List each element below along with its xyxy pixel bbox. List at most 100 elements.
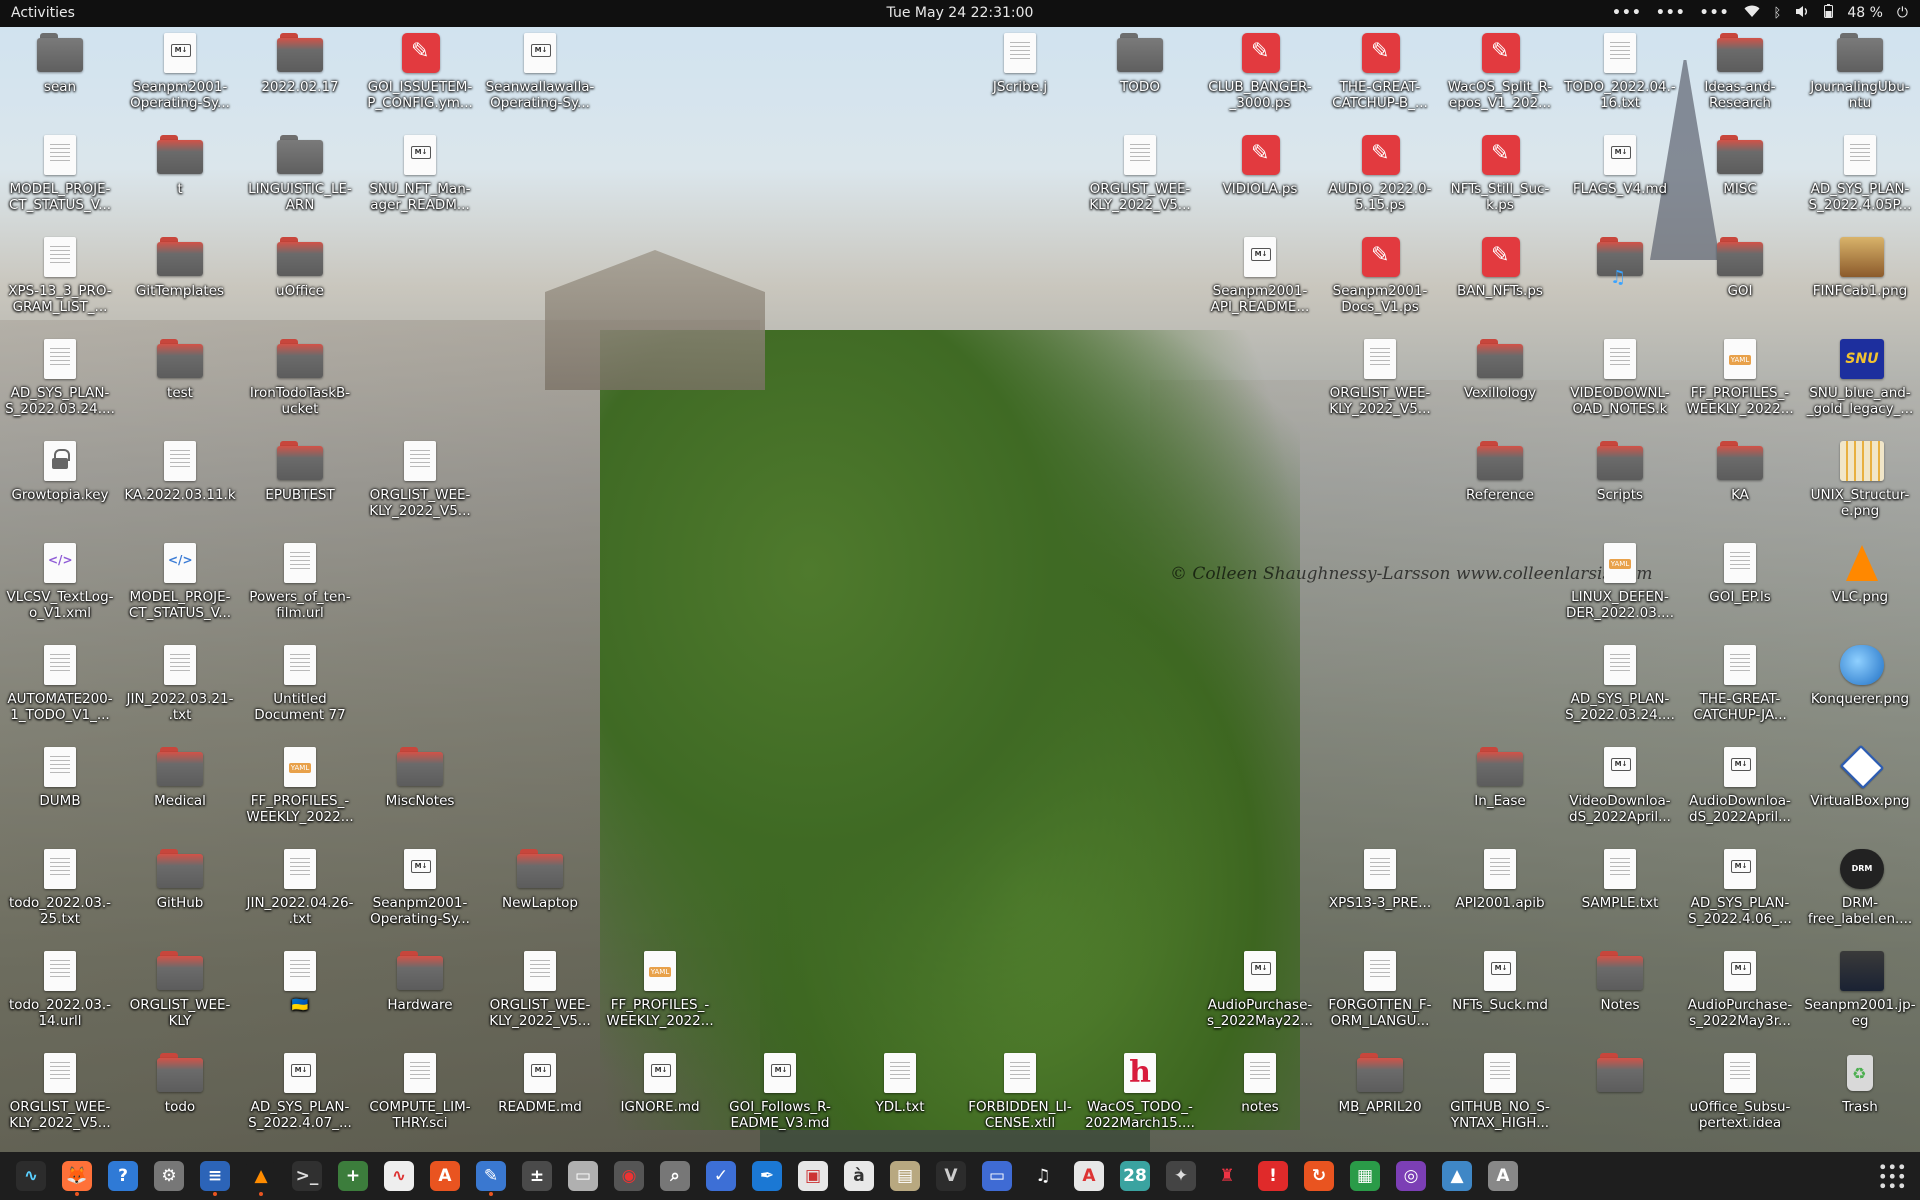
desktop-file[interactable]: notes	[1200, 1047, 1320, 1147]
desktop-file[interactable]: M↓ FLAGS_V4.md	[1560, 129, 1680, 229]
dock-item[interactable]: ✓	[698, 1156, 744, 1196]
bluetooth-icon[interactable]: ᛒ	[1774, 6, 1782, 21]
desktop-file[interactable]: JIN_2022.03.21- .txt	[120, 639, 240, 739]
volume-icon[interactable]	[1795, 5, 1810, 22]
power-menu-icon[interactable]: ⏻	[1897, 5, 1908, 21]
desktop-folder[interactable]: Notes	[1560, 945, 1680, 1045]
activities-button[interactable]: Activities	[11, 5, 75, 21]
desktop-file[interactable]: M↓ Seanpm2001- API_README...	[1200, 231, 1320, 331]
dock-item[interactable]: ♫	[1020, 1156, 1066, 1196]
show-applications-icon[interactable]	[1878, 1162, 1906, 1190]
dock-item[interactable]: +	[330, 1156, 376, 1196]
desktop-file[interactable]: M↓ AudioPurchase- s_2022May3r...	[1680, 945, 1800, 1045]
desktop-file[interactable]: Seanpm2001- Docs_V1.ps	[1320, 231, 1440, 331]
desktop-file[interactable]: YAML LINUX_DEFEN- DER_2022.03....	[1560, 537, 1680, 637]
dock-item[interactable]: ?	[100, 1156, 146, 1196]
desktop-file[interactable]: M↓ NFTs_Suck.md	[1440, 945, 1560, 1045]
desktop-file[interactable]: Seanpm2001.jp- eg	[1800, 945, 1920, 1045]
dock-item[interactable]: ✒	[744, 1156, 790, 1196]
desktop-folder[interactable]: TODO	[1080, 27, 1200, 127]
desktop-file[interactable]: M↓ AudioPurchase- s_2022May22...	[1200, 945, 1320, 1045]
desktop-file[interactable]: ORGLIST_WEE- KLY_2022_V5...	[0, 1047, 120, 1147]
overflow-menu-3-icon[interactable]: •••	[1700, 5, 1730, 21]
desktop-file[interactable]: ORGLIST_WEE- KLY_2022_V5...	[360, 435, 480, 535]
desktop-folder[interactable]: t	[120, 129, 240, 229]
desktop-folder[interactable]: GOI	[1680, 231, 1800, 331]
dock-item[interactable]: A	[1480, 1156, 1526, 1196]
desktop-folder[interactable]: Vexillology	[1440, 333, 1560, 433]
battery-percent[interactable]: 48 %	[1847, 5, 1883, 21]
overflow-menu-2-icon[interactable]: •••	[1656, 5, 1686, 21]
desktop-file[interactable]: todo_2022.03.- 14.urll	[0, 945, 120, 1045]
desktop-folder[interactable]: EPUBTEST	[240, 435, 360, 535]
desktop-file[interactable]: AUTOMATE200- 1_TODO_V1_...	[0, 639, 120, 739]
dock-item[interactable]: 28	[1112, 1156, 1158, 1196]
dock-item[interactable]: ▦	[1342, 1156, 1388, 1196]
desktop-folder[interactable]: IronTodoTaskB- ucket	[240, 333, 360, 433]
dock-item[interactable]: ▤	[882, 1156, 928, 1196]
desktop-file[interactable]: AUDIO_2022.0- 5.15.ps	[1320, 129, 1440, 229]
desktop-file[interactable]: VIDIOLA.ps	[1200, 129, 1320, 229]
desktop-file[interactable]: Powers_of_ten- film.url	[240, 537, 360, 637]
desktop-file[interactable]: </> VLCSV_TextLog- o_V1.xml	[0, 537, 120, 637]
desktop-trash[interactable]: Trash	[1800, 1047, 1920, 1147]
dock-item[interactable]: ▲	[1434, 1156, 1480, 1196]
desktop-folder[interactable]: test	[120, 333, 240, 433]
dock-item[interactable]: ◎	[1388, 1156, 1434, 1196]
dock-item[interactable]: ◉	[606, 1156, 652, 1196]
desktop-folder[interactable]: ♫	[1560, 231, 1680, 331]
dock-item[interactable]: ♜	[1204, 1156, 1250, 1196]
desktop-file[interactable]: JIN_2022.04.26- .txt	[240, 843, 360, 943]
desktop-file[interactable]: SNU SNU_blue_and- _gold_legacy_...	[1800, 333, 1920, 433]
dock-item[interactable]: ▭	[974, 1156, 1020, 1196]
desktop-file[interactable]: 🇺🇦	[240, 945, 360, 1045]
dock-item[interactable]: >_	[284, 1156, 330, 1196]
dock-item[interactable]: A	[422, 1156, 468, 1196]
desktop-folder[interactable]: Reference	[1440, 435, 1560, 535]
desktop-file[interactable]: VirtualBox.png	[1800, 741, 1920, 841]
dock-item[interactable]: à	[836, 1156, 882, 1196]
desktop-folder[interactable]: ORGLIST_WEE- KLY	[120, 945, 240, 1045]
desktop-file[interactable]: M↓ Seanwallawalla- Operating-Sy...	[480, 27, 600, 127]
desktop-file[interactable]: M↓ VideoDownloa- dS_2022April...	[1560, 741, 1680, 841]
dock-item[interactable]: ⌕	[652, 1156, 698, 1196]
desktop-file[interactable]: h WacOS_TODO_- 2022March15....	[1080, 1047, 1200, 1147]
desktop-folder[interactable]: Ideas-and- Research	[1680, 27, 1800, 127]
desktop-file[interactable]: AD_SYS_PLAN- S_2022.03.24....	[0, 333, 120, 433]
dock-item[interactable]: A	[1066, 1156, 1112, 1196]
desktop-folder[interactable]: MISC	[1680, 129, 1800, 229]
desktop-folder[interactable]: todo	[120, 1047, 240, 1147]
desktop-file[interactable]: ORGLIST_WEE- KLY_2022_V5...	[480, 945, 600, 1045]
desktop-file[interactable]: XPS13-3_PRE...	[1320, 843, 1440, 943]
desktop-file[interactable]: uOffice_Subsu- pertext.idea	[1680, 1047, 1800, 1147]
desktop-file[interactable]: Konquerer.png	[1800, 639, 1920, 739]
desktop-file[interactable]: FORBIDDEN_LI- CENSE.xtll	[960, 1047, 1080, 1147]
desktop-folder[interactable]: GitTemplates	[120, 231, 240, 331]
desktop-file[interactable]: FORGOTTEN_F- ORM_LANGU...	[1320, 945, 1440, 1045]
desktop-file[interactable]: GOI_EP.ls	[1680, 537, 1800, 637]
desktop-file[interactable]: Untitled Document 77	[240, 639, 360, 739]
desktop-file[interactable]: GOI_ISSUETEM- P_CONFIG.ym...	[360, 27, 480, 127]
desktop-file[interactable]: COMPUTE_LIM- THRY.sci	[360, 1047, 480, 1147]
dock-item[interactable]: V	[928, 1156, 974, 1196]
desktop-file[interactable]: M↓ README.md	[480, 1047, 600, 1147]
desktop-file[interactable]: THE-GREAT- CATCHUP-B_...	[1320, 27, 1440, 127]
desktop-file[interactable]: AD_SYS_PLAN- S_2022.03.24....	[1560, 639, 1680, 739]
desktop-folder[interactable]: LINGUISTIC_LE- ARN	[240, 129, 360, 229]
dock-item[interactable]: ✦	[1158, 1156, 1204, 1196]
desktop-folder[interactable]: KA	[1680, 435, 1800, 535]
desktop-folder[interactable]: In_Ease	[1440, 741, 1560, 841]
desktop-folder[interactable]: GitHub	[120, 843, 240, 943]
desktop-folder[interactable]: 2022.02.17	[240, 27, 360, 127]
desktop-file[interactable]: SAMPLE.txt	[1560, 843, 1680, 943]
desktop-file[interactable]: YAML FF_PROFILES_- WEEKLY_2022...	[600, 945, 720, 1045]
desktop-file[interactable]: FINFCab1.png	[1800, 231, 1920, 331]
desktop-file[interactable]: M↓ SNU_NFT_Man- ager_READM...	[360, 129, 480, 229]
desktop-file[interactable]: CLUB_BANGER- _3000.ps	[1200, 27, 1320, 127]
desktop-folder[interactable]: Hardware	[360, 945, 480, 1045]
desktop-file[interactable]: VLC.png	[1800, 537, 1920, 637]
dock-item[interactable]: ∿	[8, 1156, 54, 1196]
desktop-file[interactable]: ORGLIST_WEE- KLY_2022_V5...	[1080, 129, 1200, 229]
dock-item[interactable]: ±	[514, 1156, 560, 1196]
desktop-file[interactable]: DRM DRM- free_label.en....	[1800, 843, 1920, 943]
